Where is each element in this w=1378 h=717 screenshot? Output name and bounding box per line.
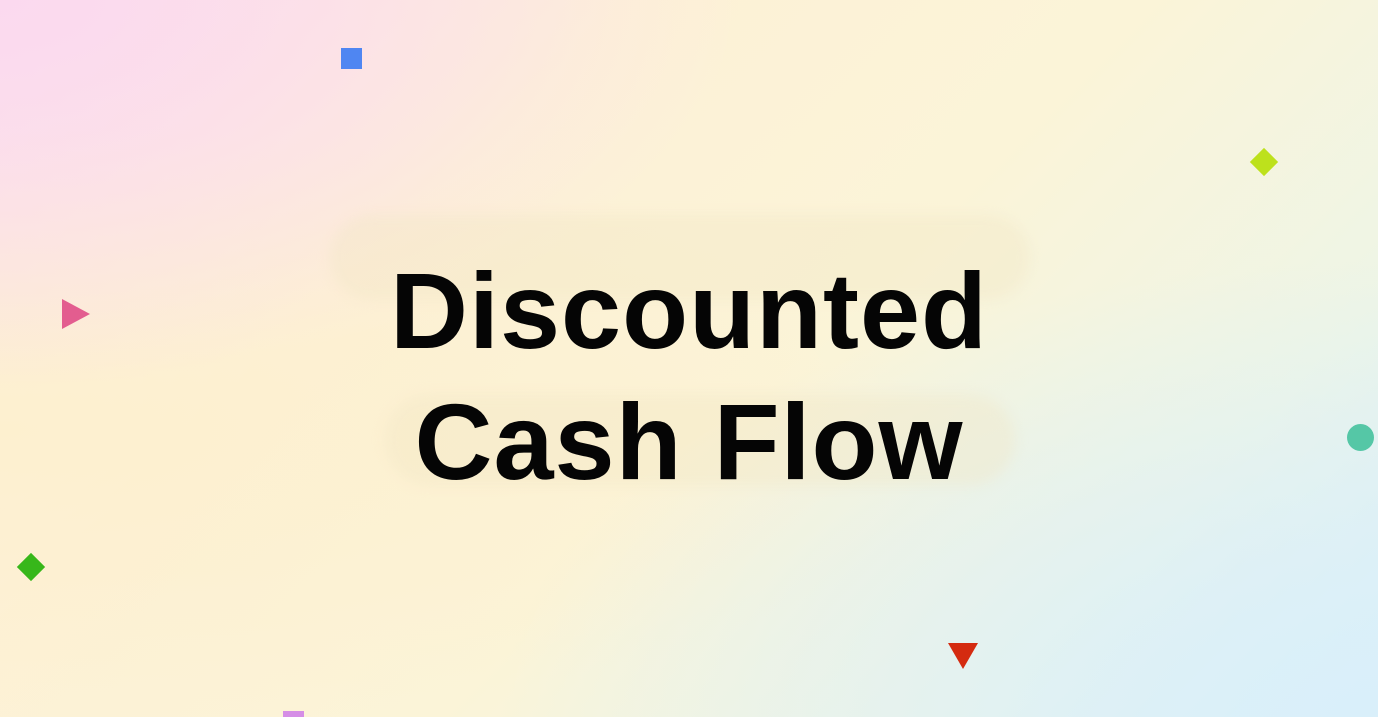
page-title: Discounted Cash Flow: [0, 245, 1378, 507]
blue-square-icon: [341, 48, 362, 69]
green-diamond-icon: [16, 552, 46, 582]
red-triangle-icon: [948, 643, 978, 669]
lime-diamond-icon: [1249, 147, 1279, 177]
teal-circle-icon: [1347, 424, 1374, 451]
pink-triangle-icon: [62, 299, 90, 329]
title-line-2: Cash Flow: [414, 381, 964, 502]
purple-square-icon: [283, 711, 304, 717]
title-line-1: Discounted: [389, 250, 989, 371]
